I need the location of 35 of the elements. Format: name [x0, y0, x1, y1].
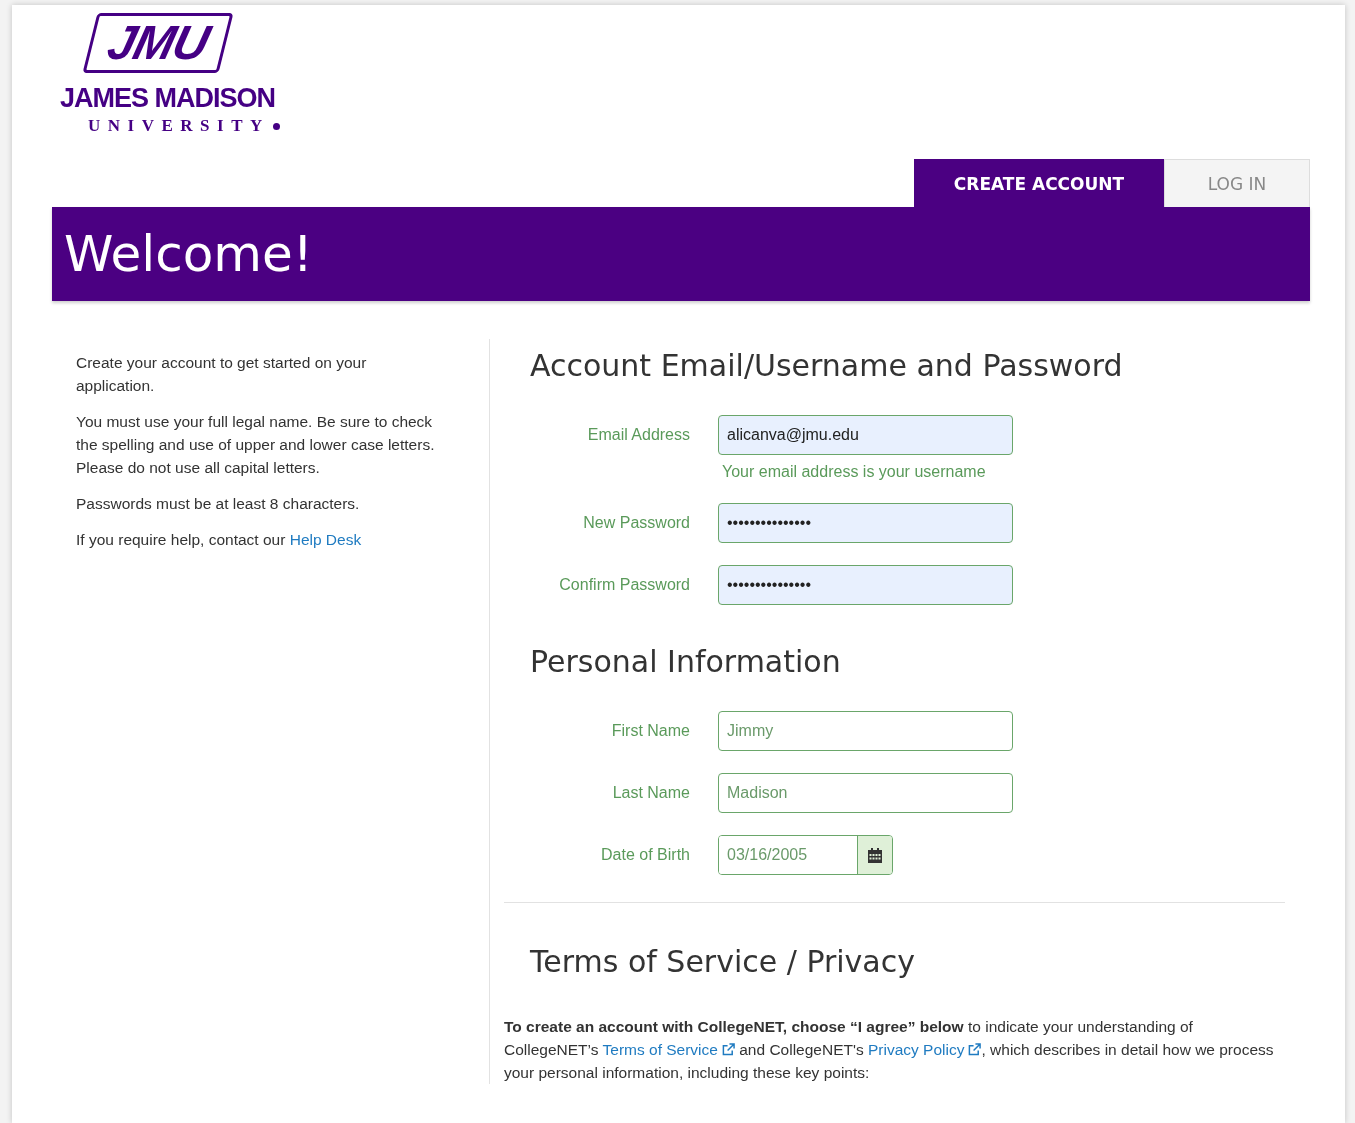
date-field[interactable]: 03/16/2005 [718, 835, 893, 875]
logo-subtitle: UNIVERSITY [88, 116, 270, 136]
section-heading: Account Email/Username and Password [530, 347, 1124, 385]
terms-link[interactable]: Terms of Service [602, 1041, 735, 1058]
instruction-text: Passwords must be at least 8 characters. [76, 494, 361, 514]
help-desk-link[interactable]: Help Desk [289, 531, 362, 548]
logo-mark: JMU [82, 13, 234, 73]
field-hint: Your email address is your username [722, 463, 987, 481]
calendar-button[interactable] [857, 836, 892, 874]
instruction-text: Create your account to get started on your application. [76, 353, 368, 396]
section-heading: Personal Information [530, 643, 842, 681]
field-label: New Password [582, 513, 691, 533]
field-label: Last Name [611, 783, 691, 803]
field-label: First Name [610, 721, 691, 741]
instruction-text: You must use your full legal name. Be sure to check the spelling and use of upper and lower case letters. Please do not use all capital letters. [76, 412, 436, 478]
input-field[interactable]: ••••••••••••••• [718, 565, 1013, 605]
external-link-icon [721, 1043, 735, 1056]
tab[interactable]: LOG IN [1164, 159, 1310, 207]
input-field[interactable]: Jimmy [718, 711, 1013, 751]
dot-icon [272, 122, 280, 130]
field-label: Email Address [586, 425, 691, 445]
input-field[interactable]: alicanva@jmu.edu [718, 415, 1013, 455]
banner-title: Welcome! [64, 225, 313, 283]
section-heading: Terms of Service / Privacy [530, 943, 916, 981]
logo-name: JAMES MADISON [60, 85, 276, 112]
input-field[interactable]: ••••••••••••••• [718, 503, 1013, 543]
terms-link[interactable]: Privacy Policy [868, 1041, 982, 1058]
external-link-icon [968, 1043, 982, 1056]
calendar-icon [868, 847, 882, 863]
field-label: Date of Birth [600, 845, 691, 865]
tab[interactable]: CREATE ACCOUNT [914, 159, 1164, 207]
terms-paragraph: To create an account with CollegeNET, choose “I agree” below to indicate your understanding of CollegeNET’s Terms of Service and CollegeNET's Privacy Policy , which describes in detail how we process your personal information, including these key points: [504, 1017, 1275, 1083]
input-field[interactable]: Madison [718, 773, 1013, 813]
field-label: Confirm Password [558, 575, 691, 595]
help-text: If you require help, contact our Help Desk [76, 530, 363, 550]
